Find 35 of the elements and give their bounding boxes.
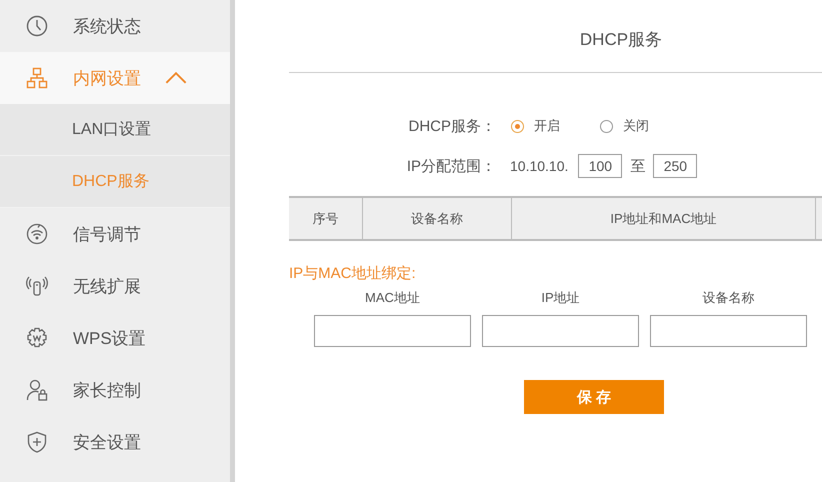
wifi-icon [26, 223, 48, 245]
column-header: 序号 [289, 197, 362, 240]
gear-icon [26, 327, 48, 349]
column-header: IP地址和MAC地址 [512, 197, 816, 240]
input-field[interactable] [482, 315, 639, 347]
network-icon [26, 67, 48, 89]
field-label: DHCP服务： [407, 116, 497, 136]
range-end-field[interactable]: 250 [653, 154, 698, 178]
field-label: 设备名称 [702, 289, 754, 307]
antenna-icon [26, 275, 48, 297]
radio-button[interactable] [600, 120, 613, 132]
input-field[interactable] [650, 315, 807, 347]
section-title: IP与MAC地址绑定: [289, 264, 417, 283]
shield-icon [26, 431, 48, 453]
input-field[interactable] [314, 315, 471, 347]
radio-label: 关闭 [623, 117, 649, 135]
column-header: 设备名称 [362, 197, 512, 240]
radio-button[interactable] [511, 120, 524, 132]
sidebar-item[interactable]: WPS设置 [0, 312, 230, 364]
sidebar-item[interactable]: 家长控制 [0, 364, 230, 416]
radio-label: 开启 [534, 117, 560, 135]
field-label: MAC地址 [365, 289, 420, 307]
page-title: DHCP服务 [578, 29, 664, 51]
field-label: IP分配范围： [406, 156, 497, 176]
sidebar-item[interactable]: 安全设置 [0, 416, 230, 468]
sidebar-item[interactable]: 无线扩展 [0, 260, 230, 312]
field-label: IP地址 [541, 289, 580, 307]
sidebar-subitem[interactable]: LAN口设置 [0, 104, 230, 156]
sidebar-item[interactable]: 系统状态 [0, 0, 230, 52]
range-separator: 至 [630, 156, 646, 176]
user-lock-icon [26, 379, 48, 401]
sidebar-item[interactable]: 信号调节 [0, 208, 230, 260]
ip-prefix: 10.10.10. [510, 158, 568, 174]
range-start-field[interactable]: 100 [578, 154, 622, 178]
clock-icon [26, 15, 48, 37]
